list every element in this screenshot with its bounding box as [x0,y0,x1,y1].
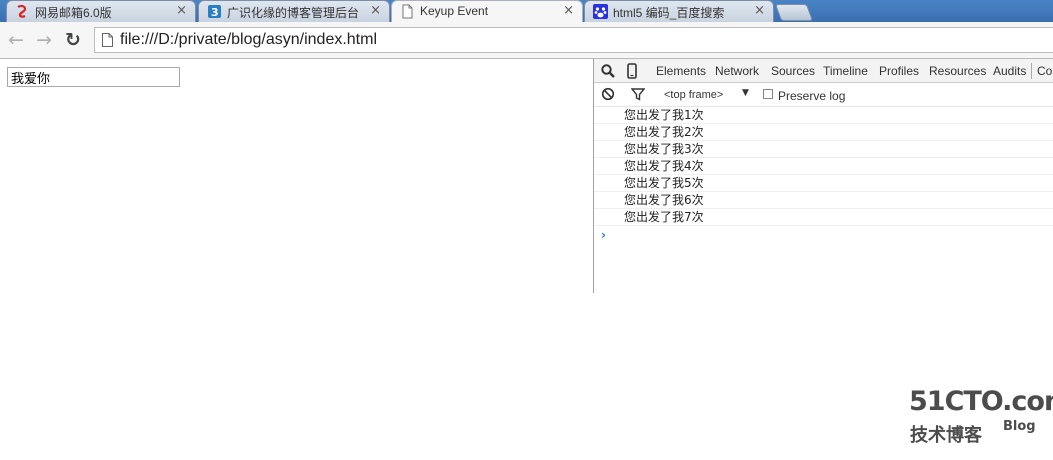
watermark-blog: Blog [1003,419,1036,434]
filter-icon[interactable] [631,87,645,101]
page-content [0,59,593,460]
console-message: 您出发了我6次 [594,192,1053,209]
console-message: 您出发了我2次 [594,124,1053,141]
devtools-panel: Elements Network Sources Timeline Profil… [593,59,1053,293]
frame-selector[interactable]: <top frame> [664,89,723,101]
console-message: 您出发了我1次 [594,107,1053,124]
tab-blog-admin[interactable]: 3 广识化缘的博客管理后台 × [198,0,390,22]
tab-netease-mail[interactable]: 网易邮箱6.0版 × [6,0,196,22]
new-tab-button[interactable] [774,4,814,21]
console-message-text: 您出发了我4次 [624,159,704,173]
console-message: 您出发了我5次 [594,175,1053,192]
page-icon [102,33,113,47]
watermark-site: 51CTO.com [909,386,1053,417]
console-message: 您出发了我4次 [594,158,1053,175]
tab-strip: 网易邮箱6.0版 × 3 广识化缘的博客管理后台 × Keyup Event ×… [0,0,1053,23]
console-message-text: 您出发了我2次 [624,125,704,139]
forward-button[interactable]: → [34,30,54,50]
tab-keyup-event[interactable]: Keyup Event × [391,0,583,23]
blog-admin-icon: 3 [208,5,221,19]
close-icon[interactable]: × [754,4,765,18]
clear-console-icon[interactable] [601,87,615,101]
console-message-text: 您出发了我6次 [624,193,704,207]
tab-title: Keyup Event [420,4,489,18]
devtools-tab-timeline[interactable]: Timeline [823,64,868,78]
devtools-tab-console[interactable]: Co [1037,64,1052,78]
browser-toolbar: ← → ↻ file:///D:/private/blog/asyn/index… [0,22,1053,59]
console-message-text: 您出发了我7次 [624,210,704,224]
devtools-tab-elements[interactable]: Elements [656,64,706,78]
back-button[interactable]: ← [6,30,26,50]
tab-title: html5 编码_百度搜索 [613,6,725,20]
url-text[interactable]: file:///D:/private/blog/asyn/index.html [120,31,377,49]
chevron-down-icon[interactable]: ▼ [742,88,749,98]
console-message-text: 您出发了我5次 [624,176,704,190]
preserve-log-checkbox[interactable] [763,89,773,99]
device-mode-icon[interactable] [624,63,640,79]
tab-divider [1031,63,1032,79]
devtools-tab-audits[interactable]: Audits [993,64,1026,78]
devtools-tab-profiles[interactable]: Profiles [879,64,919,78]
devtools-tab-network[interactable]: Network [715,64,759,78]
close-icon[interactable]: × [176,4,187,18]
preserve-log-label: Preserve log [778,89,846,103]
console-output: 您出发了我1次 您出发了我2次 您出发了我3次 您出发了我4次 您出发了我5次 … [594,107,1053,226]
svg-text:3: 3 [211,6,219,19]
console-message-text: 您出发了我3次 [624,142,704,156]
tab-title: 广识化缘的博客管理后台 [227,6,360,20]
watermark-tagline: 技术博客 [910,425,982,446]
netease-mail-icon [17,4,27,18]
watermark-51cto: 51CTO.com 技术博客 Blog [909,386,1053,446]
console-message: 您出发了我3次 [594,141,1053,158]
console-message-text: 您出发了我1次 [624,108,704,122]
tab-title: 网易邮箱6.0版 [35,6,112,20]
devtools-tab-bar: Elements Network Sources Timeline Profil… [594,59,1053,83]
console-toolbar: <top frame> ▼ Preserve log [594,83,1053,107]
console-message: 您出发了我7次 [594,209,1053,226]
devtools-tab-resources[interactable]: Resources [929,64,986,78]
devtools-tab-sources[interactable]: Sources [771,64,815,78]
inspect-search-icon[interactable] [600,63,616,79]
console-prompt[interactable]: › [601,228,606,242]
close-icon[interactable]: × [370,4,381,18]
address-bar[interactable]: file:///D:/private/blog/asyn/index.html [94,27,1053,53]
baidu-paw-icon [593,4,608,19]
reload-button[interactable]: ↻ [63,30,83,50]
tab-baidu-search[interactable]: html5 编码_百度搜索 × [584,0,774,22]
close-icon[interactable]: × [563,4,574,18]
page-icon [402,4,413,19]
text-input[interactable] [7,67,180,87]
